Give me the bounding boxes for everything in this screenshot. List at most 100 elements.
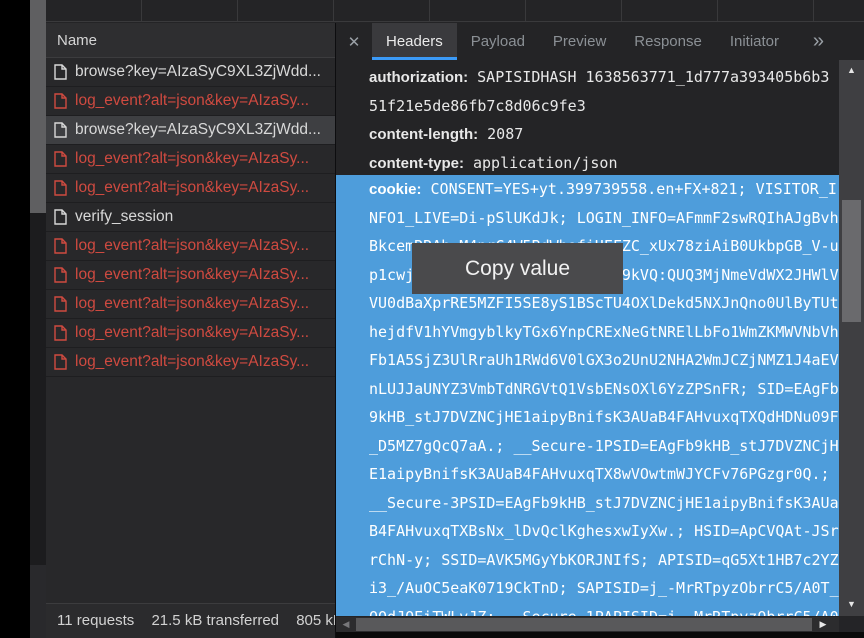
header-value: CONSENT=YES+yt.399739558.en+FX+821; VISI… (431, 180, 837, 198)
request-row[interactable]: browse?key=AIzaSyC9XL3ZjWdd... (46, 116, 335, 145)
header-value: 9kHB_stJ7DVZNCjHE1aipyBnifsK3AUaB4FAHvux… (369, 408, 839, 426)
header-line: content-length:2087 (336, 120, 840, 149)
document-icon (54, 180, 67, 196)
header-name: content-type: (369, 155, 464, 172)
header-value: E1aipyBnifsK3AUaB4FAHvuxqTX8wVOwtmWJYCFv… (369, 465, 830, 483)
request-name: log_event?alt=json&key=AIzaSy... (75, 353, 309, 371)
cookie-line: Fb1A5SjZ3UlRraUh1RWd6V0lGX3o2UnU2NHA2WmJ… (336, 346, 840, 375)
details-horizontal-scrollbar[interactable]: ◀ ▶ (336, 617, 840, 632)
devtools-screenshot: Name browse?key=AIzaSyC9XL3ZjWdd... (0, 0, 864, 638)
headers-content: authorization:SAPISIDHASH 1638563771_1d7… (336, 60, 840, 616)
tab[interactable]: Initiator (716, 23, 793, 60)
network-status-bar: 11 requests 21.5 kB transferred 805 kB (46, 603, 335, 638)
header-value: QOdJQEiTWLvJZ; __Secure-1PAPISID=j_-MrRT… (369, 608, 839, 617)
request-name: browse?key=AIzaSyC9XL3ZjWdd... (75, 121, 321, 139)
scroll-up-icon[interactable]: ▲ (839, 62, 864, 78)
request-row[interactable]: log_event?alt=json&key=AIzaSy... (46, 290, 335, 319)
document-icon (54, 64, 67, 80)
header-line: authorization:SAPISIDHASH 1638563771_1d7… (336, 63, 840, 92)
request-count: 11 requests (57, 612, 134, 629)
details-vertical-scrollbar[interactable]: ▲ ▼ (839, 60, 864, 616)
request-row[interactable]: log_event?alt=json&key=AIzaSy... (46, 261, 335, 290)
document-icon (54, 151, 67, 167)
request-list-panel: Name browse?key=AIzaSyC9XL3ZjWdd... (46, 23, 336, 638)
request-row[interactable]: log_event?alt=json&key=AIzaSy... (46, 174, 335, 203)
request-name: log_event?alt=json&key=AIzaSy... (75, 92, 309, 110)
copy-value-button[interactable]: Copy value (412, 243, 623, 294)
request-row[interactable]: log_event?alt=json&key=AIzaSy... (46, 145, 335, 174)
cookie-line: __Secure-3PSID=EAgFb9kHB_stJ7DVZNCjHE1ai… (336, 489, 840, 518)
page-scrollbar[interactable] (30, 0, 46, 638)
vertical-scrollbar-thumb[interactable] (842, 200, 861, 322)
details-tabs: HeadersPayloadPreviewResponseInitiator (372, 23, 793, 60)
cookie-line: rChN-y; SSID=AVK5MGyYbKORJNIfS; APISID=q… (336, 546, 840, 575)
scroll-left-icon[interactable]: ◀ (339, 617, 353, 632)
devtools-panel: Name browse?key=AIzaSyC9XL3ZjWdd... (46, 0, 864, 638)
header-value: application/json (473, 154, 618, 172)
request-row[interactable]: verify_session (46, 203, 335, 232)
tab[interactable]: Preview (539, 23, 620, 60)
scroll-right-icon[interactable]: ▶ (816, 617, 830, 632)
request-name: verify_session (75, 208, 173, 226)
request-row[interactable]: browse?key=AIzaSyC9XL3ZjWdd... (46, 58, 335, 87)
request-row[interactable]: log_event?alt=json&key=AIzaSy... (46, 348, 335, 377)
document-icon (54, 93, 67, 109)
document-icon (54, 296, 67, 312)
cookie-line: hejdfV1hYVmgyblkyTGx6YnpCRExNeGtNRElLbFo… (336, 318, 840, 347)
more-tabs-chevron-icon[interactable]: » (813, 23, 824, 60)
request-name: log_event?alt=json&key=AIzaSy... (75, 324, 309, 342)
header-value: hejdfV1hYVmgyblkyTGx6YnpCRExNeGtNRElLbFo… (369, 323, 839, 341)
cookie-line: i3_/AuOC5eaK0719CkTnD; SAPISID=j_-MrRTpy… (336, 574, 840, 603)
horizontal-scrollbar-thumb[interactable] (356, 618, 812, 631)
cookie-line: 9kHB_stJ7DVZNCjHE1aipyBnifsK3AUaB4FAHvux… (336, 403, 840, 432)
header-value: VU0dBaXprRE5MZFI5SE8yS1BScTU4OXlDekd5NXJ… (369, 294, 839, 312)
header-name: content-length: (369, 126, 478, 143)
cookie-line: QOdJQEiTWLvJZ; __Secure-1PAPISID=j_-MrRT… (336, 603, 840, 617)
header-line: content-type: application/json (336, 149, 840, 178)
document-icon (54, 209, 67, 225)
header-value: _D5MZ7gQcQ7aA.; __Secure-1PSID=EAgFb9kHB… (369, 437, 839, 455)
bottom-edge (336, 632, 864, 638)
request-name: log_event?alt=json&key=AIzaSy... (75, 179, 309, 197)
close-icon[interactable]: ✕ (336, 33, 372, 51)
header-name: cookie: (369, 181, 422, 198)
header-value: Fb1A5SjZ3UlRraUh1RWd6V0lGX3o2UnU2NHA2WmJ… (369, 351, 839, 369)
page-scrollbar-bottom (30, 565, 46, 638)
document-icon (54, 325, 67, 341)
request-name: log_event?alt=json&key=AIzaSy... (75, 150, 309, 168)
request-name: log_event?alt=json&key=AIzaSy... (75, 266, 309, 284)
cookie-line: cookie: CONSENT=YES+yt.399739558.en+FX+82… (336, 175, 840, 204)
tab[interactable]: Headers (372, 23, 457, 60)
request-row[interactable]: log_event?alt=json&key=AIzaSy... (46, 232, 335, 261)
document-icon (54, 267, 67, 283)
tab[interactable]: Response (620, 23, 716, 60)
request-list: browse?key=AIzaSyC9XL3ZjWdd... log_event… (46, 58, 335, 377)
cookie-selection[interactable]: cookie: CONSENT=YES+yt.399739558.en+FX+82… (336, 175, 840, 616)
name-column-header[interactable]: Name (46, 23, 335, 58)
tab[interactable]: Payload (457, 23, 539, 60)
cookie-line: E1aipyBnifsK3AUaB4FAHvuxqTX8wVOwtmWJYCFv… (336, 460, 840, 489)
request-row[interactable]: log_event?alt=json&key=AIzaSy... (46, 87, 335, 116)
document-icon (54, 354, 67, 370)
cookie-line: B4FAHvuxqTXBsNx_lDvQclKghesxwIyXw.; HSID… (336, 517, 840, 546)
page-scrollbar-thumb[interactable] (30, 0, 46, 213)
details-tab-bar: ✕ HeadersPayloadPreviewResponseInitiator… (336, 23, 864, 60)
request-name: log_event?alt=json&key=AIzaSy... (75, 295, 309, 313)
network-overview-bar[interactable] (46, 0, 864, 22)
request-row[interactable]: log_event?alt=json&key=AIzaSy... (46, 319, 335, 348)
cookie-line: nLUJJaUNYZ3VmbTdNRGVtQ1VsbENsOXl6YzZPSnF… (336, 375, 840, 404)
header-value: SAPISIDHASH 1638563771_1d777a393405b6b3 (477, 68, 829, 86)
document-icon (54, 122, 67, 138)
header-value: __Secure-3PSID=EAgFb9kHB_stJ7DVZNCjHE1ai… (369, 494, 839, 512)
scroll-down-icon[interactable]: ▼ (839, 596, 864, 612)
header-value: rChN-y; SSID=AVK5MGyYbKORJNIfS; APISID=q… (369, 551, 839, 569)
header-value: nLUJJaUNYZ3VmbTdNRGVtQ1VsbENsOXl6YzZPSnF… (369, 380, 839, 398)
header-lines: authorization:SAPISIDHASH 1638563771_1d7… (336, 60, 840, 177)
cookie-line: NFO1_LIVE=Di-pSlUKdJk; LOGIN_INFO=AFmmF2… (336, 204, 840, 233)
header-value: 51f21e5de86fb7c8d06c9fe3 (369, 97, 586, 115)
transferred-size: 21.5 kB transferred (151, 612, 279, 629)
cookie-line: _D5MZ7gQcQ7aA.; __Secure-1PSID=EAgFb9kHB… (336, 432, 840, 461)
header-value: B4FAHvuxqTXBsNx_lDvQclKghesxwIyXw.; HSID… (369, 522, 839, 540)
request-details-panel: ✕ HeadersPayloadPreviewResponseInitiator… (336, 23, 864, 638)
header-value: i3_/AuOC5eaK0719CkTnD; SAPISID=j_-MrRTpy… (369, 579, 839, 597)
